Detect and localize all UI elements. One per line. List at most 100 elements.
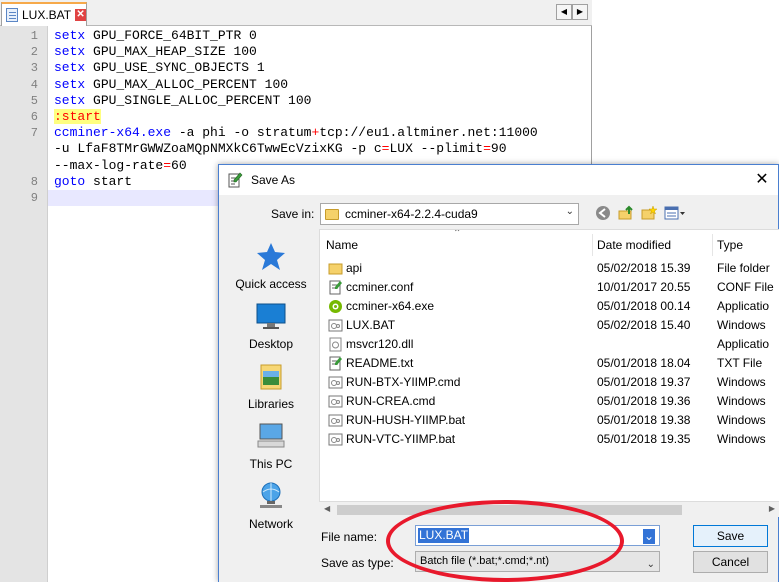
code-token: = [163, 157, 172, 173]
code-token: goto [54, 173, 86, 189]
list-item[interactable]: RUN-BTX-YIIMP.cmd 05/01/2018 19.37 Windows [320, 373, 779, 392]
dialog-title: Save As [251, 173, 296, 187]
column-header-date[interactable]: Date modified [597, 238, 671, 252]
folder-icon [325, 208, 339, 220]
code-line[interactable]: :start [48, 109, 591, 125]
file-name: README.txt [346, 356, 414, 370]
place-network[interactable]: Network [225, 481, 317, 531]
place-libraries[interactable]: Libraries [225, 361, 317, 411]
close-icon[interactable]: ✕ [75, 9, 86, 21]
file-list[interactable]: Name ⌃ Date modified Type api 05/02/2018 … [319, 229, 779, 513]
batch-file-icon [328, 394, 343, 409]
line-number: 9 [30, 191, 38, 205]
tab-label: LUX.BAT [21, 8, 72, 22]
place-this-pc[interactable]: This PC [225, 421, 317, 471]
place-quick-access[interactable]: Quick access [225, 241, 317, 291]
list-item[interactable]: ccminer.conf 10/01/2017 20.55 CONF File [320, 278, 779, 297]
computer-icon [254, 421, 288, 451]
list-item[interactable]: RUN-HUSH-YIIMP.bat 05/01/2018 19.38 Window… [320, 411, 779, 430]
place-label: Network [248, 517, 293, 531]
list-item[interactable]: RUN-VTC-YIIMP.bat 05/01/2018 19.35 Windows [320, 430, 779, 449]
code-line[interactable]: setx GPU_USE_SYNC_OBJECTS 1 [48, 60, 591, 76]
file-date: 05/01/2018 19.35 [597, 432, 691, 446]
chevron-down-icon[interactable]: ⌄ [642, 529, 655, 544]
code-token: setx [54, 60, 86, 76]
new-folder-icon[interactable] [641, 205, 657, 221]
file-name: api [346, 261, 363, 275]
place-label: Libraries [247, 397, 295, 411]
file-name: ccminer-x64.exe [346, 299, 435, 313]
line-number: 6 [30, 110, 38, 124]
column-divider[interactable] [712, 234, 713, 256]
code-token: ccminer-x64.exe [54, 125, 172, 141]
place-label: Quick access [235, 277, 307, 291]
save-button[interactable]: Save [693, 525, 768, 547]
line-number: 4 [30, 77, 38, 92]
code-line[interactable]: setx GPU_MAX_HEAP_SIZE 100 [48, 44, 591, 60]
nvidia-icon [328, 299, 343, 314]
code-token: GPU_MAX_HEAP_SIZE 100 [85, 44, 257, 60]
code-line[interactable]: setx GPU_FORCE_64BIT_PTR 0 [48, 28, 591, 44]
cancel-button[interactable]: Cancel [693, 551, 768, 573]
list-item[interactable]: msvcr120.dll Applicatio [320, 335, 779, 354]
batch-file-icon [328, 432, 343, 447]
list-item[interactable]: api 05/02/2018 15.39 File folder [320, 259, 779, 278]
line-number: 2 [30, 45, 38, 60]
code-line[interactable]: -u LfaF8TMrGWWZoaMQpNMXkC6TwwEcVzixKG -p… [48, 141, 591, 157]
place-desktop[interactable]: Desktop [225, 301, 317, 351]
file-name: RUN-HUSH-YIIMP.bat [346, 413, 466, 427]
back-icon[interactable] [595, 205, 611, 221]
scroll-right-icon[interactable]: ▶ [769, 504, 775, 513]
chevron-down-icon: ⌄ [646, 559, 655, 570]
place-label: Desktop [248, 337, 294, 351]
batch-file-icon [328, 413, 343, 428]
file-date: 05/01/2018 00.14 [597, 299, 691, 313]
dialog-titlebar: Save As ✕ [219, 165, 778, 195]
save-in-value: ccminer-x64-2.2.4-cuda9 [345, 207, 478, 221]
list-item[interactable]: ccminer-x64.exe 05/01/2018 00.14 Applicati… [320, 297, 779, 316]
file-type: File folder [717, 261, 770, 275]
list-item[interactable]: RUN-CREA.cmd 05/01/2018 19.36 Windows [320, 392, 779, 411]
line-number: 1 [30, 29, 38, 43]
file-date: 05/01/2018 18.04 [597, 356, 691, 370]
file-type: TXT File [717, 356, 763, 370]
file-name: RUN-CREA.cmd [346, 394, 436, 408]
scroll-left-icon[interactable]: ◀ [556, 4, 572, 20]
folder-icon [328, 261, 343, 276]
code-token: -a phi -o stratum [171, 125, 312, 141]
code-line[interactable]: setx GPU_SINGLE_ALLOC_PERCENT 100 [48, 93, 591, 109]
code-token: GPU_FORCE_64BIT_PTR 0 [85, 28, 257, 43]
code-token: LUX --plimit [389, 141, 484, 157]
save-in-label: Save in: [271, 207, 315, 221]
file-type: Windows [717, 432, 766, 446]
save-in-dropdown[interactable]: ccminer-x64-2.2.4-cuda9 ⌄ [320, 203, 579, 225]
batch-file-icon [328, 318, 343, 333]
file-type: Applicatio [717, 299, 770, 313]
scroll-right-icon[interactable]: ▶ [572, 4, 588, 20]
code-line[interactable]: ccminer-x64.exe -a phi -o stratum+tcp://… [48, 125, 591, 141]
tab-lux-bat[interactable]: LUX.BAT ✕ [1, 2, 87, 26]
list-item[interactable]: README.txt 05/01/2018 18.04 TXT File [320, 354, 779, 373]
column-header-name[interactable]: Name [326, 238, 358, 252]
save-as-type-label: Save as type: [321, 556, 394, 570]
scroll-left-icon[interactable]: ◀ [324, 504, 330, 513]
sort-up-icon: ⌃ [453, 229, 462, 239]
file-type: CONF File [717, 280, 774, 294]
line-number: 5 [30, 93, 38, 108]
list-item[interactable]: LUX.BAT 05/02/2018 15.40 Windows [320, 316, 779, 335]
chevron-down-icon: ⌄ [565, 206, 574, 217]
column-divider[interactable] [592, 234, 593, 256]
line-number: 7 [30, 126, 38, 141]
libraries-icon [254, 361, 288, 391]
column-header-type[interactable]: Type [717, 238, 743, 252]
code-token: GPU_MAX_ALLOC_PERCENT 100 [85, 76, 289, 92]
up-folder-icon[interactable] [618, 205, 634, 221]
close-icon[interactable]: ✕ [752, 171, 772, 189]
file-date: 05/01/2018 19.38 [597, 413, 691, 427]
code-token: setx [54, 92, 86, 108]
code-line[interactable]: setx GPU_MAX_ALLOC_PERCENT 100 [48, 77, 591, 93]
text-file-icon [328, 356, 343, 371]
star-icon [254, 241, 288, 271]
file-name: msvcr120.dll [346, 337, 414, 351]
view-menu-icon[interactable] [664, 205, 686, 221]
